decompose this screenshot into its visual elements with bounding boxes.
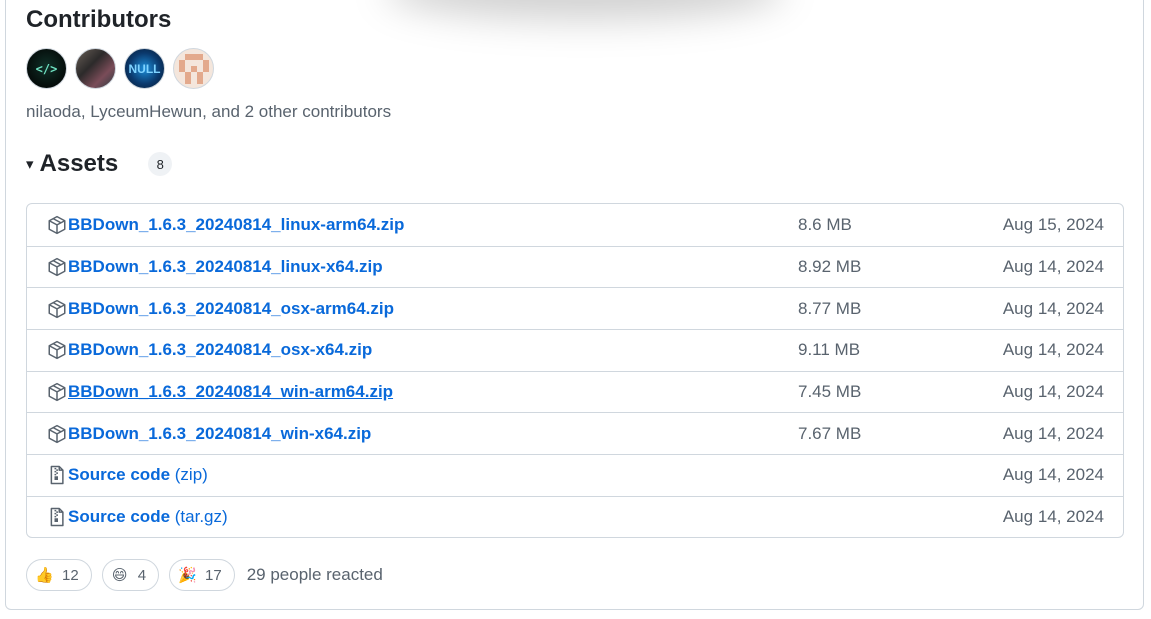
asset-row: BBDown_1.6.3_20240814_win-arm64.zip 7.45…: [27, 370, 1123, 413]
package-icon: [48, 299, 66, 318]
avatar[interactable]: </>: [26, 48, 67, 89]
hooray-icon: 🎉: [178, 567, 197, 584]
asset-date: Aug 14, 2024: [1002, 340, 1104, 360]
asset-date: Aug 14, 2024: [1002, 507, 1104, 527]
asset-row: Source code (tar.gz) Aug 14, 2024: [27, 495, 1123, 537]
contributor-avatars: </> NULL: [26, 48, 214, 89]
avatar[interactable]: [173, 48, 214, 89]
reaction-count: 17: [205, 566, 222, 584]
package-icon: [48, 215, 66, 234]
asset-size: 7.67 MB: [798, 423, 862, 443]
contributors-summary: nilaoda, LyceumHewun, and 2 other contri…: [26, 102, 392, 121]
asset-row: BBDown_1.6.3_20240814_win-x64.zip 7.67 M…: [27, 412, 1123, 454]
assets-list: BBDown_1.6.3_20240814_linux-arm64.zip 8.…: [26, 203, 1124, 538]
file-zip-icon: [50, 507, 64, 527]
asset-date: Aug 15, 2024: [1002, 214, 1104, 234]
package-icon: [48, 382, 66, 402]
thumbs-up-icon: 👍: [35, 567, 54, 584]
asset-link[interactable]: BBDown_1.6.3_20240814_win-arm64.zip: [68, 382, 393, 402]
reaction-count: 12: [62, 566, 79, 584]
asset-size: 8.92 MB: [798, 257, 862, 277]
caret-down-icon: ▾: [26, 156, 34, 173]
asset-link[interactable]: BBDown_1.6.3_20240814_osx-x64.zip: [68, 340, 372, 360]
reaction-laugh-button[interactable]: 😄 4: [101, 559, 160, 591]
asset-row: BBDown_1.6.3_20240814_linux-arm64.zip 8.…: [27, 204, 1123, 246]
asset-row: BBDown_1.6.3_20240814_osx-arm64.zip 8.77…: [27, 287, 1123, 329]
asset-row: Source code (zip) Aug 14, 2024: [27, 454, 1123, 496]
asset-date: Aug 14, 2024: [1002, 382, 1104, 402]
laugh-icon: 😄: [111, 567, 128, 584]
source-code-link[interactable]: Source code (tar.gz): [68, 507, 228, 527]
asset-size: 7.45 MB: [798, 382, 862, 402]
package-icon: [48, 257, 66, 277]
package-icon: [48, 424, 66, 443]
assets-title: Assets: [39, 150, 119, 177]
identicon-icon: [178, 53, 209, 84]
package-icon: [48, 341, 66, 360]
asset-link[interactable]: BBDown_1.6.3_20240814_osx-arm64.zip: [68, 299, 394, 319]
reaction-count: 4: [137, 566, 147, 584]
reaction-thumbs-up-button[interactable]: 👍 12: [26, 559, 92, 591]
asset-size: 8.77 MB: [798, 298, 862, 318]
asset-row: BBDown_1.6.3_20240814_linux-x64.zip 8.92…: [27, 245, 1123, 288]
contributors-title: Contributors: [26, 6, 172, 33]
assets-toggle[interactable]: ▾ Assets 8: [26, 150, 173, 178]
asset-link[interactable]: BBDown_1.6.3_20240814_win-x64.zip: [68, 424, 371, 444]
source-code-link[interactable]: Source code (zip): [68, 465, 208, 485]
asset-size: 8.6 MB: [798, 214, 852, 234]
avatar[interactable]: [75, 48, 116, 89]
asset-date: Aug 14, 2024: [1002, 257, 1104, 277]
asset-date: Aug 14, 2024: [1002, 423, 1104, 443]
asset-date: Aug 14, 2024: [1002, 298, 1104, 318]
reaction-hooray-button[interactable]: 🎉 17: [169, 559, 235, 591]
file-zip-icon: [50, 466, 64, 485]
asset-row: BBDown_1.6.3_20240814_osx-x64.zip 9.11 M…: [27, 329, 1123, 371]
assets-count-badge: 8: [148, 152, 173, 176]
asset-link[interactable]: BBDown_1.6.3_20240814_linux-x64.zip: [68, 257, 383, 277]
asset-date: Aug 14, 2024: [1002, 465, 1104, 485]
reactions-summary: 29 people reacted: [246, 565, 383, 584]
reactions-bar: 👍 12 😄 4 🎉 17 29 people reacted: [26, 559, 383, 591]
asset-link[interactable]: BBDown_1.6.3_20240814_linux-arm64.zip: [68, 215, 404, 235]
avatar[interactable]: NULL: [124, 48, 165, 89]
asset-size: 9.11 MB: [798, 340, 861, 360]
